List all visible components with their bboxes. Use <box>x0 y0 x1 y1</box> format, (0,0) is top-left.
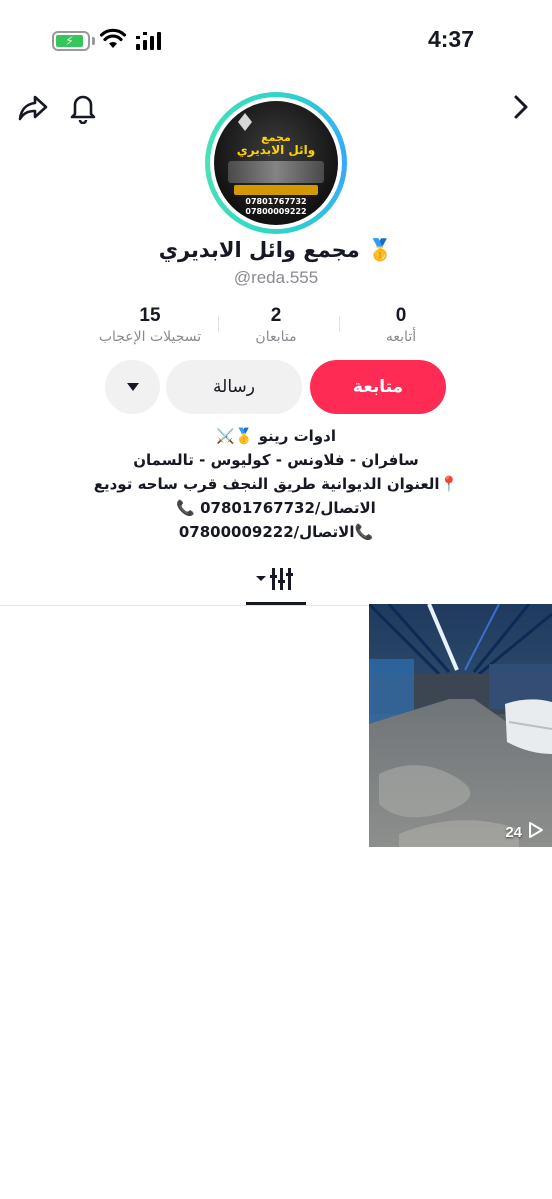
stat-following-label: أتابعه <box>385 329 417 345</box>
grid-filter-icon[interactable] <box>246 562 306 606</box>
avatar-title-line2: وائل الابديري <box>236 143 316 157</box>
status-time: 4:37 <box>427 26 474 52</box>
profile-name: مجمع وائل الابديري 🥇 <box>0 238 552 263</box>
avatar-car-band <box>228 161 324 183</box>
stat-likes-label: تسجيلات الإعجاب <box>98 329 202 345</box>
video-thumbnail-image <box>369 604 552 847</box>
avatar-phone2: 07800009222 <box>245 207 307 216</box>
message-button[interactable]: رسالة <box>166 360 302 414</box>
more-suggestions-button[interactable] <box>105 360 160 414</box>
battery-icon: ⚡ <box>52 31 90 51</box>
display-name: مجمع وائل الابديري <box>158 238 360 262</box>
stat-followers[interactable]: 2 متابعان <box>206 305 346 345</box>
bio-line: سافران - فلاونس - كوليوس - تالسمان <box>133 451 419 469</box>
bio-line: ادوات رينو 🥇⚔️ <box>216 427 336 445</box>
avatar[interactable]: مجمع وائل الابديري 07801767732 078000092… <box>205 92 347 234</box>
avatar-phone1: 07801767732 <box>245 197 307 206</box>
stat-following[interactable]: 0 أتابعه <box>331 305 471 345</box>
stat-following-value: 0 <box>395 305 407 326</box>
avatar-image: مجمع وائل الابديري 07801767732 078000092… <box>214 101 338 225</box>
renault-logo-icon <box>238 113 252 131</box>
gold-medal-icon: 🥇 <box>367 238 394 262</box>
chevron-right-icon[interactable] <box>504 90 538 124</box>
username[interactable]: @reda.555 <box>0 268 552 288</box>
stat-followers-label: متابعان <box>255 329 297 345</box>
play-icon <box>529 822 543 838</box>
profile-bio: ادوات رينو 🥇⚔️ سافران - فلاونس - كوليوس … <box>0 424 552 544</box>
wifi-icon <box>100 28 126 48</box>
caret-down-icon <box>126 383 139 391</box>
status-bar: ⚡ 4:37 <box>0 0 552 80</box>
stat-likes-value: 15 <box>139 305 161 326</box>
avatar-banner <box>234 185 318 195</box>
stat-likes[interactable]: 15 تسجيلات الإعجاب <box>80 305 220 345</box>
profile-tab-bar <box>0 562 552 606</box>
battery-cap <box>92 37 95 45</box>
bio-line: الاتصال/07801767732 📞 <box>176 499 376 517</box>
tab-active-indicator <box>246 602 306 605</box>
stat-followers-value: 2 <box>270 305 282 326</box>
video-play-count: 24 <box>505 824 522 841</box>
follow-button[interactable]: متابعة <box>310 360 446 414</box>
video-thumbnail[interactable]: 24 <box>369 604 552 847</box>
bio-line: 📍العنوان الديوانية طريق النجف قرب ساحه ت… <box>93 475 459 493</box>
bell-icon[interactable] <box>66 90 100 124</box>
share-icon[interactable] <box>16 90 50 124</box>
cellular-signal-icon <box>136 32 161 50</box>
bio-line: 📞الاتصال/07800009222 <box>178 523 374 541</box>
